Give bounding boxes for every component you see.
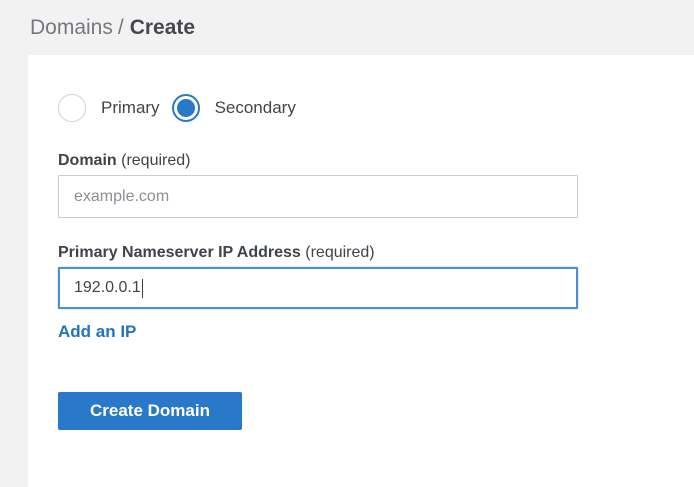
radio-option-secondary[interactable]: Secondary [172,94,296,122]
create-domain-button[interactable]: Create Domain [58,392,242,430]
breadcrumb-separator: / [118,16,124,40]
ip-input-value: 192.0.0.1 [74,279,141,297]
domain-field-label: Domain (required) [58,151,694,170]
radio-option-primary[interactable]: Primary [58,94,160,122]
radio-primary-circle-icon[interactable] [58,94,86,122]
domain-input[interactable] [58,175,578,218]
radio-primary-label: Primary [101,98,160,118]
radio-secondary-circle-icon[interactable] [172,94,200,122]
domain-type-radio-group: Primary Secondary [58,94,694,122]
breadcrumb-domains-link[interactable]: Domains [30,16,113,40]
ip-field-group: Primary Nameserver IP Address (required)… [58,243,694,309]
create-domain-form-card: Primary Secondary Domain (required) Prim… [28,55,694,487]
add-ip-link[interactable]: Add an IP [58,322,136,342]
radio-secondary-label: Secondary [215,98,296,118]
ip-required-note: (required) [305,244,374,261]
page: Domains / Create Primary Secondary Domai… [0,0,694,487]
breadcrumb: Domains / Create [0,0,694,55]
ip-label-text: Primary Nameserver IP Address [58,244,301,261]
ip-input[interactable]: 192.0.0.1 [58,267,578,309]
ip-field-label: Primary Nameserver IP Address (required) [58,243,694,262]
domain-label-text: Domain [58,152,117,169]
breadcrumb-current-page: Create [130,16,195,40]
text-caret [142,279,143,298]
domain-field-group: Domain (required) [58,151,694,218]
domain-required-note: (required) [121,152,190,169]
